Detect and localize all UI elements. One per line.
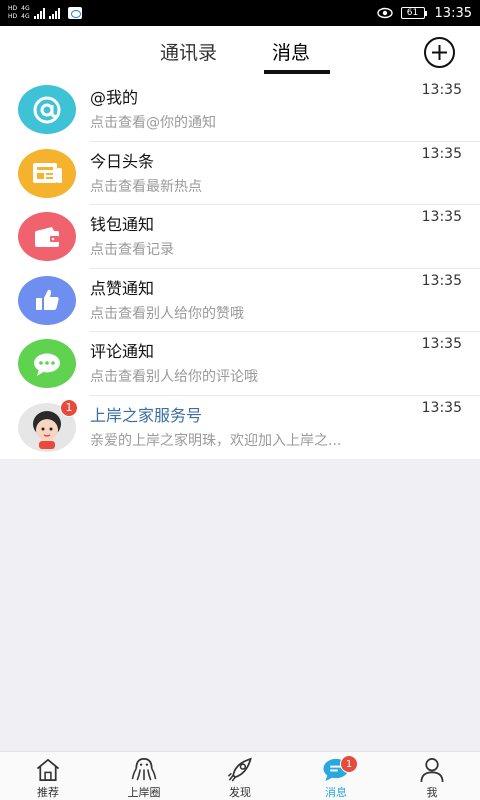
list-item-service-account[interactable]: 1 上岸之家服务号 亲爱的上岸之家明珠，欢迎加入上岸之... 13:35 xyxy=(0,396,480,460)
item-subtitle: 亲爱的上岸之家明珠，欢迎加入上岸之... xyxy=(90,432,342,449)
tab-contacts[interactable]: 通讯录 xyxy=(160,38,217,65)
item-title: 今日头条 xyxy=(90,151,155,171)
item-time: 13:35 xyxy=(421,209,462,225)
nav-label: 发现 xyxy=(229,786,251,799)
item-subtitle: 点击查看@你的通知 xyxy=(90,115,216,131)
wallet-icon xyxy=(18,212,76,261)
sim1-network: 4G xyxy=(21,5,30,12)
thumbs-up-icon xyxy=(18,275,76,325)
item-time: 13:35 xyxy=(421,399,462,416)
nav-me[interactable]: 我 xyxy=(384,752,480,800)
nav-unread-badge: 1 xyxy=(340,755,358,773)
network-labels: 4G 4G xyxy=(21,5,29,21)
item-title: @我的 xyxy=(90,88,139,107)
newspaper-icon xyxy=(18,148,76,198)
list-item-comments[interactable]: 评论通知 点击查看别人给你的评论哦 13:35 xyxy=(0,332,480,396)
item-time: 13:35 xyxy=(421,336,462,352)
signal-bars-icon xyxy=(33,7,45,19)
item-subtitle: 点击查看记录 xyxy=(90,242,174,258)
tab-messages[interactable]: 消息 xyxy=(272,38,310,65)
battery-icon: 61 xyxy=(400,7,427,19)
list-item-likes[interactable]: 点赞通知 点击查看别人给你的赞哦 13:35 xyxy=(0,269,480,333)
item-subtitle: 点击查看别人给你的赞哦 xyxy=(90,305,244,322)
item-title: 点赞通知 xyxy=(90,278,155,298)
app-notification-icon xyxy=(67,7,82,19)
sim1-label: HD xyxy=(8,5,18,12)
eye-icon xyxy=(376,7,393,19)
item-subtitle: 点击查看最新热点 xyxy=(90,178,202,195)
item-title: 上岸之家服务号 xyxy=(90,405,203,425)
sim-labels: HD HD xyxy=(8,5,17,21)
clock: 13:35 xyxy=(434,5,472,21)
home-icon xyxy=(36,758,60,781)
comment-icon xyxy=(18,339,76,388)
sim2-label: HD xyxy=(8,13,18,20)
sim2-network: 4G xyxy=(21,13,30,20)
nav-recommend[interactable]: 推荐 xyxy=(0,752,96,800)
item-title: 钱包通知 xyxy=(90,215,155,234)
at-icon xyxy=(18,85,76,134)
list-item-wallet[interactable]: 钱包通知 点击查看记录 13:35 xyxy=(0,205,480,269)
octopus-icon xyxy=(131,758,157,781)
nav-label: 上岸圈 xyxy=(127,786,161,799)
nav-circle[interactable]: 上岸圈 xyxy=(96,752,192,800)
status-right: 61 13:35 xyxy=(376,5,472,21)
rocket-icon xyxy=(227,757,252,782)
list-item-mentions[interactable]: @我的 点击查看@你的通知 13:35 xyxy=(0,78,480,142)
nav-label: 消息 xyxy=(325,786,347,799)
bottom-nav: 推荐 上岸圈 发现 1 消息 我 xyxy=(0,751,480,800)
battery-level: 61 xyxy=(400,7,425,19)
item-time: 13:35 xyxy=(421,145,462,162)
item-time: 13:35 xyxy=(421,82,462,98)
nav-discover[interactable]: 发现 xyxy=(192,752,288,800)
nav-label: 我 xyxy=(426,786,438,799)
item-title: 评论通知 xyxy=(90,342,155,361)
nav-messages[interactable]: 1 消息 xyxy=(288,752,384,800)
list-item-headlines[interactable]: 今日头条 点击查看最新热点 13:35 xyxy=(0,142,480,206)
item-time: 13:35 xyxy=(421,272,462,289)
signal-bars-2-icon xyxy=(48,7,60,19)
item-subtitle: 点击查看别人给你的评论哦 xyxy=(90,369,258,385)
status-bar: HD HD 4G 4G 61 13:35 xyxy=(0,0,480,26)
header: 通讯录 消息 xyxy=(0,26,480,78)
signal-area: HD HD 4G 4G xyxy=(8,5,82,21)
unread-badge: 1 xyxy=(60,398,78,417)
active-tab-indicator xyxy=(264,70,330,74)
person-icon xyxy=(420,758,444,783)
add-button[interactable] xyxy=(423,36,456,69)
nav-label: 推荐 xyxy=(37,786,59,799)
message-list: @我的 点击查看@你的通知 13:35 今日头条 点击查看最新热点 13:35 … xyxy=(0,78,480,459)
